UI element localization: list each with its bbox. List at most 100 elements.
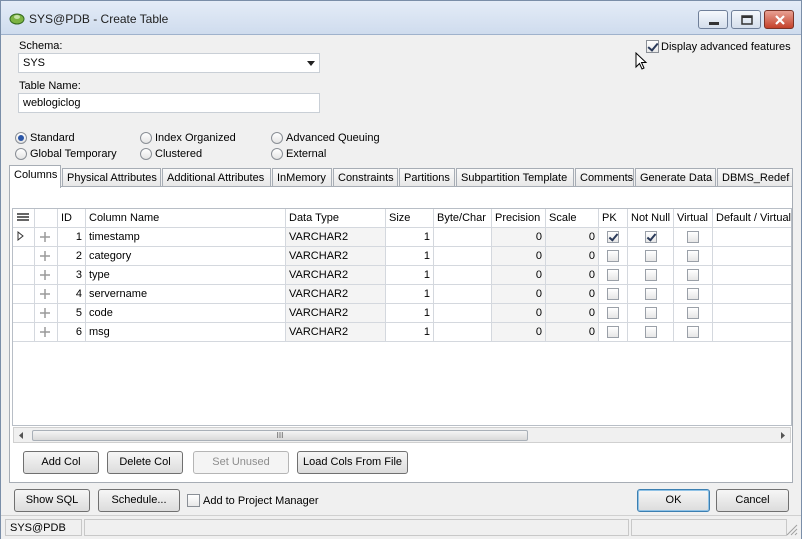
cell-virtual-checkbox[interactable] bbox=[687, 250, 699, 262]
load-cols-from-file-button[interactable]: Load Cols From File bbox=[297, 451, 408, 474]
cell-virtual-checkbox[interactable] bbox=[687, 307, 699, 319]
cell-precision[interactable]: 0 bbox=[492, 323, 546, 342]
cell-data-type[interactable]: VARCHAR2 bbox=[286, 228, 386, 247]
cell-id[interactable]: 4 bbox=[58, 285, 86, 304]
cell-scale[interactable]: 0 bbox=[546, 266, 599, 285]
cell-default-virtual[interactable] bbox=[713, 247, 791, 266]
cell-size[interactable]: 1 bbox=[386, 304, 434, 323]
add-to-project-checkbox[interactable] bbox=[187, 494, 200, 507]
tab-additional-attributes[interactable]: Additional Attributes bbox=[162, 168, 271, 187]
cell-data-type[interactable]: VARCHAR2 bbox=[286, 304, 386, 323]
cell-default-virtual[interactable] bbox=[713, 285, 791, 304]
cell-precision[interactable]: 0 bbox=[492, 228, 546, 247]
row-selector[interactable] bbox=[13, 228, 35, 247]
table-row[interactable]: 2 category VARCHAR2 1 0 0 bbox=[13, 247, 791, 266]
col-header-column-name[interactable]: Column Name bbox=[86, 209, 286, 228]
cell-default-virtual[interactable] bbox=[713, 304, 791, 323]
cell-default-virtual[interactable] bbox=[713, 228, 791, 247]
col-header-precision[interactable]: Precision bbox=[492, 209, 546, 228]
cell-precision[interactable]: 0 bbox=[492, 266, 546, 285]
minimize-button[interactable] bbox=[698, 10, 728, 29]
schema-select[interactable]: SYS bbox=[18, 53, 320, 73]
cell-virtual-checkbox[interactable] bbox=[687, 269, 699, 281]
cell-data-type[interactable]: VARCHAR2 bbox=[286, 323, 386, 342]
tab-subpartition-template[interactable]: Subpartition Template bbox=[456, 168, 574, 187]
cell-byte-char[interactable] bbox=[434, 247, 492, 266]
cell-pk-checkbox[interactable] bbox=[607, 307, 619, 319]
cell-precision[interactable]: 0 bbox=[492, 247, 546, 266]
close-button[interactable] bbox=[764, 10, 794, 29]
cell-id[interactable]: 5 bbox=[58, 304, 86, 323]
col-header-data-type[interactable]: Data Type bbox=[286, 209, 386, 228]
cell-column-name[interactable]: servername bbox=[86, 285, 286, 304]
cell-size[interactable]: 1 bbox=[386, 323, 434, 342]
scrollbar-thumb[interactable]: III bbox=[32, 430, 528, 441]
cell-not-null-checkbox[interactable] bbox=[645, 250, 657, 262]
set-unused-button[interactable]: Set Unused bbox=[193, 451, 289, 474]
radio-advanced-queuing[interactable] bbox=[271, 132, 283, 144]
cell-size[interactable]: 1 bbox=[386, 247, 434, 266]
table-row[interactable]: 5 code VARCHAR2 1 0 0 bbox=[13, 304, 791, 323]
cell-virtual-checkbox[interactable] bbox=[687, 288, 699, 300]
cell-byte-char[interactable] bbox=[434, 285, 492, 304]
col-header-default-virtual[interactable]: Default / Virtual bbox=[713, 209, 791, 228]
cell-byte-char[interactable] bbox=[434, 323, 492, 342]
cell-id[interactable]: 2 bbox=[58, 247, 86, 266]
cell-id[interactable]: 6 bbox=[58, 323, 86, 342]
cell-byte-char[interactable] bbox=[434, 228, 492, 247]
cell-not-null-checkbox[interactable] bbox=[645, 269, 657, 281]
maximize-button[interactable] bbox=[731, 10, 761, 29]
cell-not-null-checkbox[interactable] bbox=[645, 288, 657, 300]
cell-pk-checkbox[interactable] bbox=[607, 250, 619, 262]
tab-comments[interactable]: Comments bbox=[575, 168, 634, 187]
col-header-scale[interactable]: Scale bbox=[546, 209, 599, 228]
radio-standard[interactable] bbox=[15, 132, 27, 144]
cell-data-type[interactable]: VARCHAR2 bbox=[286, 285, 386, 304]
row-drag-handle[interactable] bbox=[35, 228, 58, 247]
tab-physical-attributes[interactable]: Physical Attributes bbox=[62, 168, 161, 187]
schedule-button[interactable]: Schedule... bbox=[98, 489, 180, 512]
tab-columns[interactable]: Columns bbox=[9, 165, 61, 188]
radio-index-organized[interactable] bbox=[140, 132, 152, 144]
radio-external[interactable] bbox=[271, 148, 283, 160]
tab-partitions[interactable]: Partitions bbox=[399, 168, 455, 187]
cell-not-null-checkbox[interactable] bbox=[645, 326, 657, 338]
cell-default-virtual[interactable] bbox=[713, 323, 791, 342]
cell-not-null-checkbox[interactable] bbox=[645, 307, 657, 319]
cell-size[interactable]: 1 bbox=[386, 228, 434, 247]
grid-menu-button[interactable] bbox=[13, 209, 35, 228]
cell-scale[interactable]: 0 bbox=[546, 304, 599, 323]
col-header-not-null[interactable]: Not Null bbox=[628, 209, 674, 228]
resize-grip-icon[interactable] bbox=[786, 524, 798, 536]
cell-precision[interactable]: 0 bbox=[492, 304, 546, 323]
table-row[interactable]: 3 type VARCHAR2 1 0 0 bbox=[13, 266, 791, 285]
row-drag-handle[interactable] bbox=[35, 247, 58, 266]
cell-column-name[interactable]: type bbox=[86, 266, 286, 285]
row-drag-handle[interactable] bbox=[35, 285, 58, 304]
tab-inmemory[interactable]: InMemory bbox=[272, 168, 332, 187]
delete-col-button[interactable]: Delete Col bbox=[107, 451, 183, 474]
horizontal-scrollbar[interactable]: III bbox=[13, 427, 791, 443]
cell-precision[interactable]: 0 bbox=[492, 285, 546, 304]
cell-scale[interactable]: 0 bbox=[546, 285, 599, 304]
cell-size[interactable]: 1 bbox=[386, 266, 434, 285]
scroll-right-icon[interactable] bbox=[779, 431, 787, 440]
cell-pk-checkbox[interactable] bbox=[607, 288, 619, 300]
cell-id[interactable]: 3 bbox=[58, 266, 86, 285]
cell-not-null-checkbox[interactable] bbox=[645, 231, 657, 243]
row-selector[interactable] bbox=[13, 285, 35, 304]
cancel-button[interactable]: Cancel bbox=[716, 489, 789, 512]
cell-virtual-checkbox[interactable] bbox=[687, 231, 699, 243]
row-drag-handle[interactable] bbox=[35, 323, 58, 342]
show-sql-button[interactable]: Show SQL bbox=[14, 489, 90, 512]
cell-data-type[interactable]: VARCHAR2 bbox=[286, 247, 386, 266]
row-drag-handle[interactable] bbox=[35, 304, 58, 323]
cell-scale[interactable]: 0 bbox=[546, 228, 599, 247]
cell-byte-char[interactable] bbox=[434, 304, 492, 323]
row-selector[interactable] bbox=[13, 323, 35, 342]
cell-scale[interactable]: 0 bbox=[546, 247, 599, 266]
cell-column-name[interactable]: msg bbox=[86, 323, 286, 342]
row-selector[interactable] bbox=[13, 247, 35, 266]
ok-button[interactable]: OK bbox=[637, 489, 710, 512]
cell-size[interactable]: 1 bbox=[386, 285, 434, 304]
